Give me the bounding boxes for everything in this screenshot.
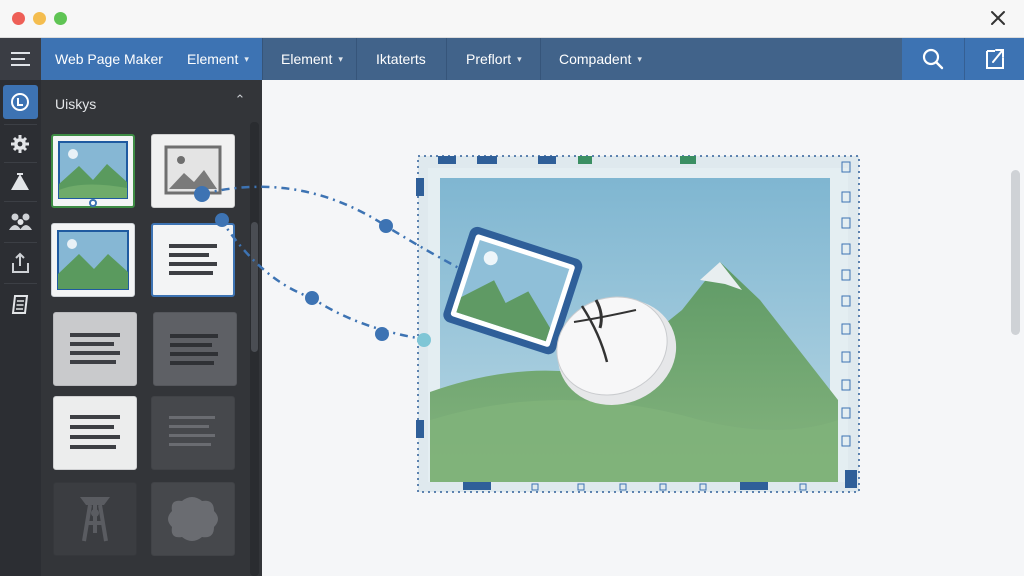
drop-target-node xyxy=(417,333,431,347)
web-page-maker-window: Web Page Maker Element ▾ Element ▾ Iktater… xyxy=(0,0,1024,576)
canvas-overlay xyxy=(194,155,860,493)
drag-path-nodes xyxy=(194,186,393,341)
